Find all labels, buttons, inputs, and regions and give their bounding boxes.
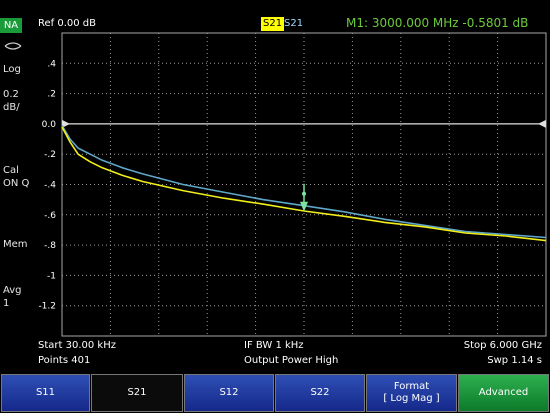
trace-plot[interactable]: .4 .2 0.0 -.2 -.4 -.6 -.8 -1 -1.2 — [0, 0, 550, 372]
softkey-s11[interactable]: S11 — [1, 374, 90, 412]
softkey-advanced[interactable]: Advanced — [458, 374, 549, 412]
softkey-sublabel: [ Log Mag ] — [383, 393, 440, 404]
softkey-label: S11 — [35, 387, 56, 398]
traces — [61, 124, 547, 242]
y-axis-ticks: .4 .2 0.0 -.2 -.4 -.6 -.8 -1 -1.2 — [38, 59, 56, 311]
start-frequency[interactable]: Start 30.00 kHz — [38, 340, 116, 351]
marker-dot — [301, 191, 306, 196]
softkey-s22[interactable]: S22 — [275, 374, 365, 412]
softkey-label: Format — [393, 381, 430, 392]
reference-arrow-right — [538, 119, 546, 128]
if-bandwidth[interactable]: IF BW 1 kHz — [244, 340, 304, 351]
y-tick-label: -.8 — [44, 241, 56, 251]
softkey-s21[interactable]: S21 — [91, 374, 183, 412]
y-tick-label: -.2 — [44, 150, 56, 160]
y-tick-label: .4 — [47, 59, 56, 69]
marker-m1 — [299, 183, 308, 212]
output-power[interactable]: Output Power High — [244, 355, 338, 366]
trace-yellow — [61, 126, 547, 242]
y-tick-label: -1.2 — [38, 302, 56, 312]
y-tick-label: -.6 — [44, 211, 56, 221]
points-count[interactable]: Points 401 — [38, 355, 90, 366]
y-tick-label: -1 — [47, 271, 56, 281]
softkey-s12[interactable]: S12 — [184, 374, 274, 412]
y-tick-label: 0.0 — [42, 120, 57, 130]
y-tick-label: .2 — [47, 90, 56, 100]
softkey-label: S22 — [310, 387, 330, 398]
y-tick-label: -.4 — [44, 181, 56, 191]
softkey-format[interactable]: Format[ Log Mag ] — [366, 374, 457, 412]
softkey-label: S12 — [219, 387, 239, 398]
softkey-label: S21 — [127, 387, 147, 398]
sweep-time[interactable]: Swp 1.14 s — [487, 355, 542, 366]
stop-frequency[interactable]: Stop 6.000 GHz — [464, 340, 542, 351]
softkey-label: Advanced — [478, 387, 529, 398]
